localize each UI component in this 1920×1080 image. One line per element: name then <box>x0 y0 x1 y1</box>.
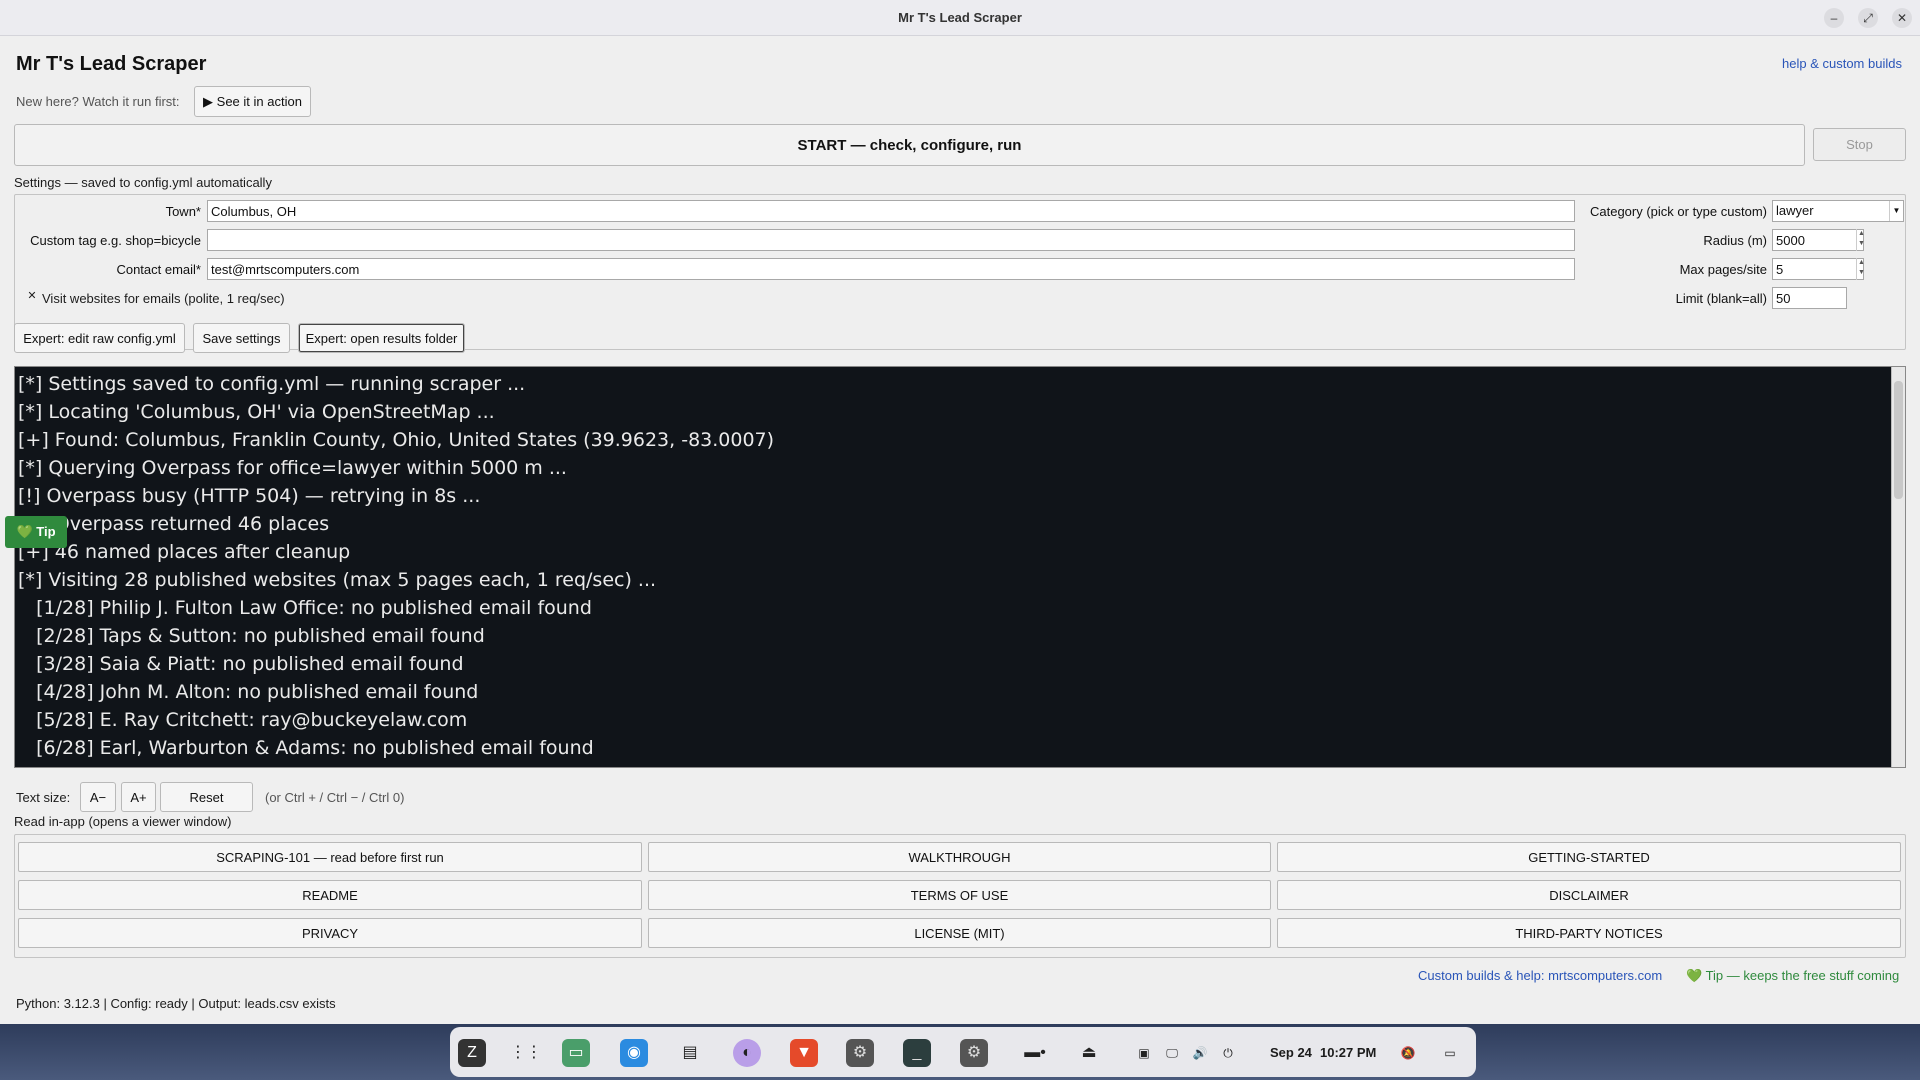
log-console[interactable]: [*] Settings saved to config.yml — runni… <box>14 366 1906 768</box>
log-line: [+] 46 named places after cleanup <box>18 541 351 563</box>
limit-label: Limit (blank=all) <box>1675 291 1767 306</box>
custom-tag-label: Custom tag e.g. shop=bicycle <box>30 233 201 248</box>
log-line: [3/28] Saia & Piatt: no published email … <box>18 653 464 675</box>
max-pages-input[interactable] <box>1772 258 1864 280</box>
doc-getting-started-button[interactable]: GETTING-STARTED <box>1277 842 1901 872</box>
save-settings-button[interactable]: Save settings <box>193 323 290 353</box>
docs-caption: Read in-app (opens a viewer window) <box>14 814 232 829</box>
category-select[interactable]: lawyer ▼ <box>1772 200 1904 222</box>
radius-label: Radius (m) <box>1703 233 1767 248</box>
contact-email-label: Contact email* <box>116 262 201 277</box>
visit-websites-label: Visit websites for emails (polite, 1 req… <box>42 291 285 306</box>
max-pages-label: Max pages/site <box>1679 262 1767 277</box>
clipboard-tray-icon[interactable]: ▣ <box>1130 1039 1158 1067</box>
text-reset-button[interactable]: Reset <box>160 782 253 812</box>
edit-config-button[interactable]: Expert: edit raw config.yml <box>14 323 185 353</box>
page-title: Mr T's Lead Scraper <box>16 53 207 75</box>
workspace-indicator-icon[interactable]: ▬• <box>1015 1039 1055 1067</box>
contact-email-input[interactable] <box>207 258 1575 280</box>
notifications-off-icon[interactable]: 🔕 <box>1394 1039 1422 1067</box>
files-icon[interactable]: ▭ <box>562 1039 590 1067</box>
launcher-icon[interactable]: Z <box>458 1039 486 1067</box>
town-label: Town* <box>165 204 201 219</box>
text-larger-button[interactable]: A+ <box>121 782 156 812</box>
terminal-icon[interactable]: _ <box>903 1039 931 1067</box>
network-icon[interactable]: 🖵 <box>1158 1039 1186 1067</box>
radius-spinner-icon[interactable]: ▲ ▼ <box>1856 229 1866 251</box>
log-line: [6/28] Earl, Warburton & Adams: no publi… <box>18 737 594 759</box>
status-bar: Python: 3.12.3 | Config: ready | Output:… <box>16 996 336 1011</box>
show-desktop-icon[interactable]: ▭ <box>1436 1039 1464 1067</box>
log-line: [*] Querying Overpass for office=lawyer … <box>18 457 567 479</box>
log-line: [*] Visiting 28 published websites (max … <box>18 569 657 591</box>
tip-button[interactable]: 💚 Tip <box>5 516 67 548</box>
maximize-icon[interactable]: ⤢ <box>1858 8 1878 28</box>
chevron-down-icon[interactable]: ▼ <box>1889 201 1903 221</box>
text-smaller-button[interactable]: A− <box>80 782 116 812</box>
title-bar: Mr T's Lead Scraper – ⤢ ✕ <box>0 0 1920 36</box>
log-line: [1/28] Philip J. Fulton Law Office: no p… <box>18 597 592 619</box>
max-pages-spinner-icon[interactable]: ▲ ▼ <box>1856 258 1866 280</box>
doc-terms-button[interactable]: TERMS OF USE <box>648 880 1271 910</box>
text-size-hint: (or Ctrl + / Ctrl − / Ctrl 0) <box>265 790 405 805</box>
custom-tag-input[interactable] <box>207 229 1575 251</box>
doc-readme-button[interactable]: README <box>18 880 642 910</box>
log-line: [4/28] John M. Alton: no published email… <box>18 681 479 703</box>
custom-builds-link[interactable]: Custom builds & help: mrtscomputers.com <box>1418 968 1662 983</box>
brave-icon[interactable]: ▼ <box>790 1039 818 1067</box>
doc-scraping-101-button[interactable]: SCRAPING-101 — read before first run <box>18 842 642 872</box>
category-value: lawyer <box>1776 203 1814 218</box>
minimize-icon[interactable]: – <box>1824 8 1844 28</box>
log-line: [*] Settings saved to config.yml — runni… <box>18 373 526 395</box>
category-label: Category (pick or type custom) <box>1589 204 1767 219</box>
doc-walkthrough-button[interactable]: WALKTHROUGH <box>648 842 1271 872</box>
log-scrollbar-thumb[interactable] <box>1894 381 1903 499</box>
taskbar-time[interactable]: 10:27 PM <box>1320 1045 1376 1060</box>
browser-icon[interactable]: ◐ <box>733 1039 761 1067</box>
clipboard-icon[interactable]: ▤ <box>676 1039 704 1067</box>
log-line: [2/28] Taps & Sutton: no published email… <box>18 625 485 647</box>
start-button[interactable]: START — check, configure, run <box>14 124 1805 166</box>
new-here-label: New here? Watch it run first: <box>16 94 180 109</box>
log-scrollbar[interactable] <box>1891 367 1905 767</box>
power-icon[interactable]: ⏻ <box>1214 1039 1242 1067</box>
app-grid-icon[interactable]: ⋮⋮ <box>510 1039 542 1067</box>
doc-privacy-button[interactable]: PRIVACY <box>18 918 642 948</box>
text-size-label: Text size: <box>16 790 71 805</box>
open-results-folder-button[interactable]: Expert: open results folder <box>298 323 465 353</box>
footer-tip-link[interactable]: 💚 Tip — keeps the free stuff coming <box>1686 968 1899 984</box>
settings-caption: Settings — saved to config.yml automatic… <box>14 175 272 190</box>
log-line: [5/28] E. Ray Critchett: ray@buckeyelaw.… <box>18 709 468 731</box>
store-icon[interactable]: ◉ <box>620 1039 648 1067</box>
town-input[interactable] <box>207 200 1575 222</box>
log-line: [!] Overpass busy (HTTP 504) — retrying … <box>18 485 481 507</box>
taskbar-dock: Z ⋮⋮ ▭ ◉ ▤ ◐ ▼ ⚙ _ ⚙ ▬• ⏏ ▣ 🖵 🔊 ⏻ Sep 24… <box>450 1027 1476 1077</box>
eject-icon[interactable]: ⏏ <box>1075 1039 1103 1067</box>
close-icon[interactable]: ✕ <box>1892 8 1912 28</box>
doc-license-button[interactable]: LICENSE (MIT) <box>648 918 1271 948</box>
active-app-gear-icon[interactable]: ⚙ <box>960 1039 988 1067</box>
log-line: [+] Found: Columbus, Franklin County, Oh… <box>18 429 775 451</box>
limit-input[interactable] <box>1772 287 1847 309</box>
doc-disclaimer-button[interactable]: DISCLAIMER <box>1277 880 1901 910</box>
volume-icon[interactable]: 🔊 <box>1186 1039 1214 1067</box>
taskbar-date[interactable]: Sep 24 <box>1270 1045 1312 1060</box>
settings-gear-icon[interactable]: ⚙ <box>846 1039 874 1067</box>
see-it-in-action-button[interactable]: ▶ See it in action <box>194 86 311 117</box>
log-line: [*] Locating 'Columbus, OH' via OpenStre… <box>18 401 495 423</box>
stop-button[interactable]: Stop <box>1813 128 1906 161</box>
visit-websites-checkbox[interactable]: ✕ <box>26 290 38 302</box>
doc-third-party-button[interactable]: THIRD-PARTY NOTICES <box>1277 918 1901 948</box>
radius-input[interactable] <box>1772 229 1864 251</box>
window-title: Mr T's Lead Scraper <box>898 10 1022 25</box>
help-link[interactable]: help & custom builds <box>1782 56 1902 71</box>
